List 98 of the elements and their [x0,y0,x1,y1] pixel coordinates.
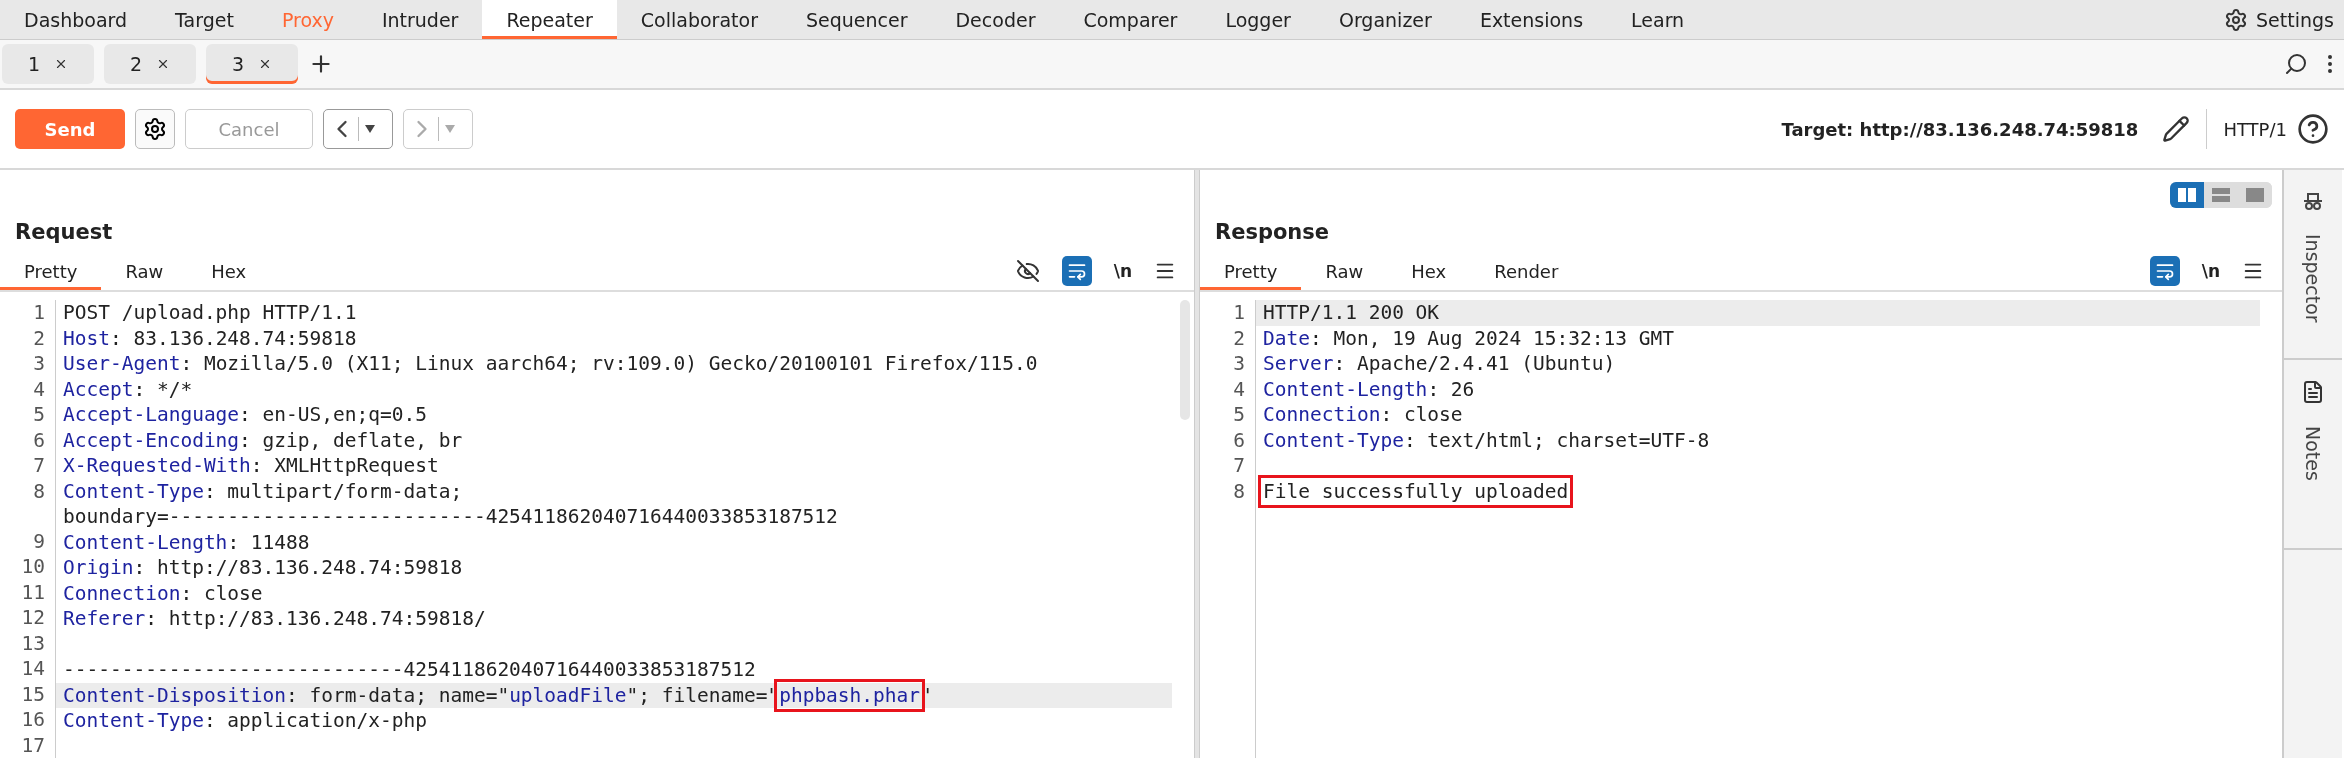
line-number: 8 [32,478,46,505]
caret-icon [445,125,455,133]
pencil-icon[interactable] [2162,115,2191,143]
line-number: 10 [20,554,46,580]
line-number: 1 [1232,300,1246,326]
line-number: 4 [32,376,46,402]
wrap-text-icon[interactable] [2149,256,2180,286]
nav-tab[interactable]: Comparer [1059,0,1202,39]
code-line: Origin: http://83.136.248.74:59818 [62,555,464,581]
split-rows-icon [2212,188,2230,202]
line-number: 16 [20,707,46,733]
single-panel-icon [2246,188,2264,202]
code-line: POST /upload.php HTTP/1.1 [62,300,358,326]
line-number: 12 [20,605,46,631]
code-line: -----------------------------425411862040716440033853187512 [62,657,757,683]
code-line: X-Requested-With: XMLHttpRequest [62,453,440,479]
pane-title: Response [1214,220,1331,246]
line-number: 6 [32,427,46,453]
line-number: 2 [32,325,46,351]
back-button[interactable] [323,109,393,149]
nav-tab[interactable]: Logger [1201,0,1315,39]
line-number: 5 [1232,402,1246,428]
gear-icon [143,117,167,141]
code-line: Content-Length: 26 [1262,376,1476,402]
line-number: 7 [32,453,46,479]
document-icon [2301,380,2325,404]
view-tab[interactable]: Pretty [1200,252,1302,290]
code-line: Date: Mon, 19 Aug 2024 15:32:13 GMT [1262,325,1675,351]
line-number: 2 [1232,325,1246,351]
code-line: Referer: http://83.136.248.74:59818/ [62,606,487,632]
code-line: Server: Apache/2.4.41 (Ubuntu) [1262,351,1617,377]
newline-toggle[interactable]: \n [1113,261,1132,281]
code-line: Connection: close [62,580,264,606]
line-number: 6 [1232,427,1246,453]
code-line: Content-Type: multipart/form-data; [62,478,464,504]
tab-label: 2 [129,53,143,75]
code-line: Content-Length: 11488 [62,529,311,555]
line-number: 15 [20,681,46,707]
settings-button[interactable] [135,109,175,149]
line-number: 4 [1232,376,1246,402]
line-number: 8 [1232,478,1246,504]
code-line: User-Agent: Mozilla/5.0 (X11; Linux aarch64; rv:109.0) Gecko/20100101 Firefox/115.0 [62,351,1039,377]
help-icon[interactable] [2297,113,2329,145]
line-number: 14 [20,656,46,682]
code-line: Accept-Language: en-US,en;q=0.5 [62,402,428,428]
nav-tab[interactable]: Collaborator [616,0,782,39]
nav-tab[interactable]: Dashboard [0,0,152,39]
search-icon[interactable] [2284,52,2308,76]
nav-tab[interactable]: Target [151,0,258,39]
protocol-label[interactable]: HTTP/1 [2223,118,2287,140]
view-tab[interactable]: Hex [1387,252,1471,290]
view-tab[interactable]: Hex [187,252,271,290]
nav-tab[interactable]: Decoder [931,0,1060,39]
pane-title: Request [14,220,114,246]
view-tab[interactable]: Render [1470,252,1583,290]
line-number: 3 [1232,351,1246,377]
nav-tab[interactable]: Sequencer [781,0,932,39]
numbered-tab[interactable]: 1 [2,44,94,84]
nav-tab[interactable]: Extensions [1455,0,1608,39]
line-number: 5 [32,402,46,428]
code-line: Content-Type: application/x-php [62,708,428,734]
numbered-tab[interactable]: 3 [206,44,298,84]
view-tab[interactable]: Raw [1301,252,1388,290]
code-line: Content-Type: text/html; charset=UTF-8 [1262,427,1711,453]
line-number: 3 [32,351,46,377]
split-columns-icon [2178,188,2196,202]
nav-tab[interactable]: Organizer [1314,0,1456,39]
nav-tab[interactable]: Learn [1607,0,1709,39]
code-line: Host: 83.136.248.74:59818 [62,325,358,351]
line-number: 1 [32,300,46,326]
caret-icon [365,125,375,133]
side-tab[interactable]: Notes [2284,360,2342,550]
line-number: 9 [32,528,46,554]
layout-toggle[interactable] [2170,182,2272,208]
tab-label: 1 [27,53,41,75]
view-tab[interactable]: Raw [101,252,188,290]
line-number: 11 [20,579,46,605]
view-tab[interactable]: Pretty [0,252,102,290]
line-number: 7 [1232,453,1246,479]
line-number: 13 [20,630,46,656]
eye-off-icon[interactable] [1015,259,1040,283]
nav-tab[interactable]: Intruder [357,0,483,39]
target-label: Target: http://83.136.248.74:59818 [1781,118,2139,140]
code-line: Connection: close [1262,402,1464,428]
side-tab[interactable]: Inspector [2284,170,2342,360]
newline-toggle[interactable]: \n [2201,261,2220,281]
settings-icon[interactable] [2224,7,2249,32]
tab-label: 3 [231,53,245,75]
numbered-tab[interactable]: 2 [104,44,196,84]
code-line: Accept-Encoding: gzip, deflate, br [62,427,464,453]
settings-link[interactable]: Settings [2256,8,2334,31]
scrollbar[interactable] [1180,300,1190,420]
code-line: boundary=---------------------------425411862040716440033853187512 [62,504,839,530]
wrap-text-icon[interactable] [1061,256,1092,286]
nav-tab[interactable]: Repeater [482,0,617,39]
line-number: 17 [20,732,46,758]
hat-glasses-icon [2302,190,2324,212]
code-line: Accept: */* [62,376,194,402]
